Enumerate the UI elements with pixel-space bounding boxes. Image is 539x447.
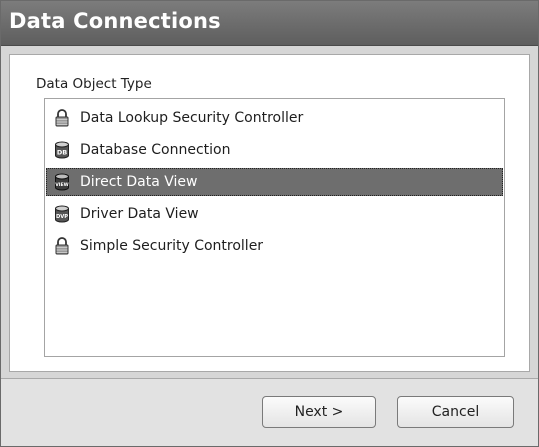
next-button[interactable]: Next > (262, 396, 376, 428)
padlock-icon (54, 109, 70, 127)
list-item-label: Simple Security Controller (80, 238, 264, 254)
title-bar[interactable]: Data Connections (1, 1, 538, 46)
list-item-label: Database Connection (80, 142, 231, 158)
list-item-direct-data-view[interactable]: VIEW Direct Data View (46, 168, 503, 196)
list-item-database-connection[interactable]: DB Database Connection (46, 136, 503, 164)
list-item-label: Driver Data View (80, 206, 199, 222)
svg-text:VIEW: VIEW (55, 182, 68, 188)
list-item-label: Data Lookup Security Controller (80, 110, 304, 126)
database-icon: DB (54, 141, 70, 159)
svg-text:DVP: DVP (56, 214, 68, 220)
data-object-type-label: Data Object Type (36, 76, 152, 92)
database-view-icon: VIEW (54, 173, 70, 191)
list-item-driver-data-view[interactable]: DVP Driver Data View (46, 200, 503, 228)
list-item-label: Direct Data View (80, 174, 198, 190)
svg-text:DB: DB (57, 149, 67, 157)
data-object-type-list[interactable]: Data Lookup Security Controller DB Datab… (44, 98, 505, 357)
database-dvp-icon: DVP (54, 205, 70, 223)
list-item-data-lookup-security-controller[interactable]: Data Lookup Security Controller (46, 104, 503, 132)
list-item-simple-security-controller[interactable]: Simple Security Controller (46, 232, 503, 260)
dialog-title: Data Connections (9, 9, 221, 33)
cancel-button[interactable]: Cancel (397, 396, 514, 428)
padlock-icon (54, 237, 70, 255)
